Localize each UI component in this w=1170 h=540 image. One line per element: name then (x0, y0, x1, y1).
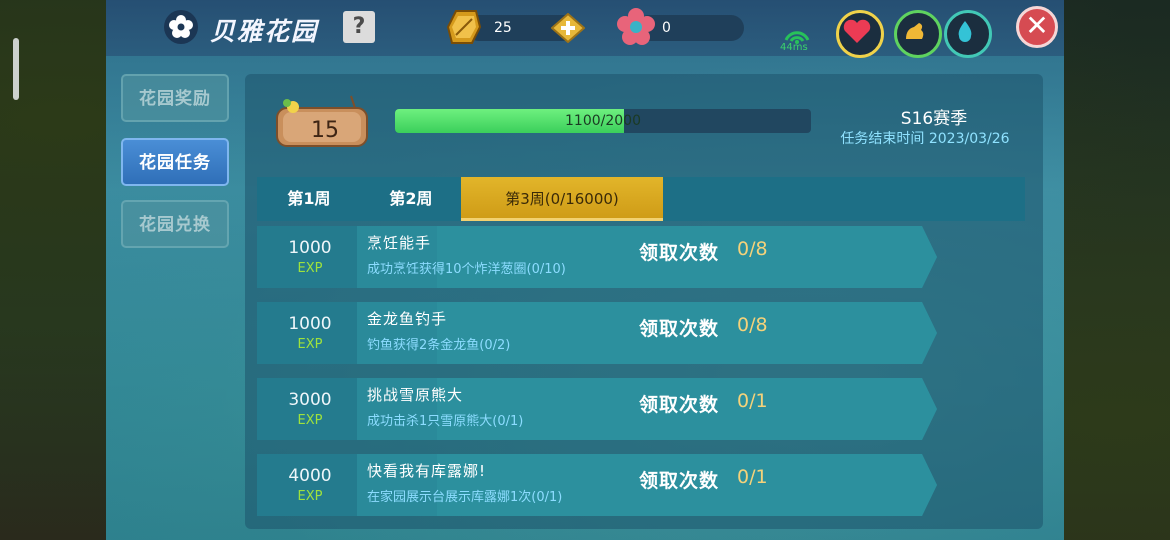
gem-count: 25 (494, 20, 512, 36)
task-title: 快看我有库露娜! (367, 462, 487, 480)
task-exp-value: 1000 (288, 238, 332, 258)
task-title: 挑战雪原熊大 (367, 386, 464, 404)
claim-count: 0/8 (737, 314, 768, 336)
task-exp-value: 4000 (288, 466, 332, 486)
task-description: 成功烹饪获得10个炸洋葱圈(0/10) (367, 262, 566, 277)
water-drop-icon (958, 21, 972, 42)
task-exp-label: EXP (297, 337, 323, 352)
tab-week-3[interactable]: 第3周(0/16000) (461, 177, 663, 221)
progress-text: 1100/2000 (565, 113, 641, 129)
close-button[interactable]: ✕ (1016, 6, 1058, 48)
add-currency-button[interactable] (551, 13, 585, 43)
arm-icon (906, 23, 924, 39)
claim-count: 0/8 (737, 238, 768, 260)
sidebar-item-garden-exchange[interactable]: 花园兑换 (121, 200, 229, 248)
task-description: 成功击杀1只雪原熊大(0/1) (367, 414, 524, 429)
level-sign: 15 (276, 95, 368, 147)
claim-count: 0/1 (737, 390, 768, 412)
task-exp-value: 1000 (288, 314, 332, 334)
task-row: 4000 EXP 快看我有库露娜! 在家园展示台展示库露娜1次(0/1) 领取次… (257, 454, 937, 516)
tab-week-1[interactable]: 第1周 (257, 177, 361, 221)
help-button[interactable]: ? (343, 11, 375, 43)
drawer-handle[interactable] (13, 38, 19, 100)
task-title: 烹饪能手 (367, 234, 432, 252)
top-bar: 贝雅花园 ? 25 0 44ms ✕ (106, 0, 1064, 58)
claim-label: 领取次数 (639, 470, 720, 492)
season-label: S16赛季 (900, 109, 968, 129)
heart-icon (843, 19, 871, 43)
gem-icon (446, 10, 482, 44)
hunger-stat[interactable] (836, 10, 884, 58)
flower-currency: 0 (617, 8, 744, 45)
garden-panel: 贝雅花园 ? 25 0 44ms ✕ 花园奖励 花园任务 花园兑换 15 110… (106, 0, 1064, 540)
ping-label: 44ms (780, 42, 808, 53)
task-description: 钓鱼获得2条金龙鱼(0/2) (367, 338, 511, 353)
claim-label: 领取次数 (639, 318, 720, 340)
task-exp-label: EXP (297, 413, 323, 428)
task-exp-label: EXP (297, 489, 323, 504)
task-title: 金龙鱼钓手 (367, 310, 448, 328)
week-tabs: 第1周 第2周 第3周(0/16000) (257, 177, 1025, 221)
page-title: 贝雅花园 (210, 17, 319, 46)
task-exp-label: EXP (297, 261, 323, 276)
season-progress-bar: 1100/2000 (395, 109, 811, 133)
claim-label: 领取次数 (639, 242, 720, 264)
season-end-time: 任务结束时间 2023/03/26 (840, 131, 1010, 147)
tab-week-2[interactable]: 第2周 (361, 177, 461, 221)
flower-badge-icon (617, 8, 655, 45)
flower-icon (164, 10, 198, 44)
task-description: 在家园展示台展示库露娜1次(0/1) (367, 490, 563, 505)
task-row: 1000 EXP 金龙鱼钓手 钓鱼获得2条金龙鱼(0/2) 领取次数 0/8 (257, 302, 937, 364)
sidebar-item-garden-rewards[interactable]: 花园奖励 (121, 74, 229, 122)
level-number: 15 (311, 118, 339, 143)
task-content: 15 1100/2000 S16赛季 任务结束时间 2023/03/26 第1周… (245, 74, 1043, 529)
claim-label: 领取次数 (639, 394, 720, 416)
claim-count: 0/1 (737, 466, 768, 488)
sidebar-item-garden-tasks[interactable]: 花园任务 (121, 138, 229, 186)
water-stat[interactable] (944, 10, 992, 58)
task-row: 1000 EXP 烹饪能手 成功烹饪获得10个炸洋葱圈(0/10) 领取次数 0… (257, 226, 937, 288)
stamina-stat[interactable] (894, 10, 942, 58)
task-exp-value: 3000 (288, 390, 332, 410)
task-row: 3000 EXP 挑战雪原熊大 成功击杀1只雪原熊大(0/1) 领取次数 0/1 (257, 378, 937, 440)
flower-count: 0 (662, 20, 671, 36)
